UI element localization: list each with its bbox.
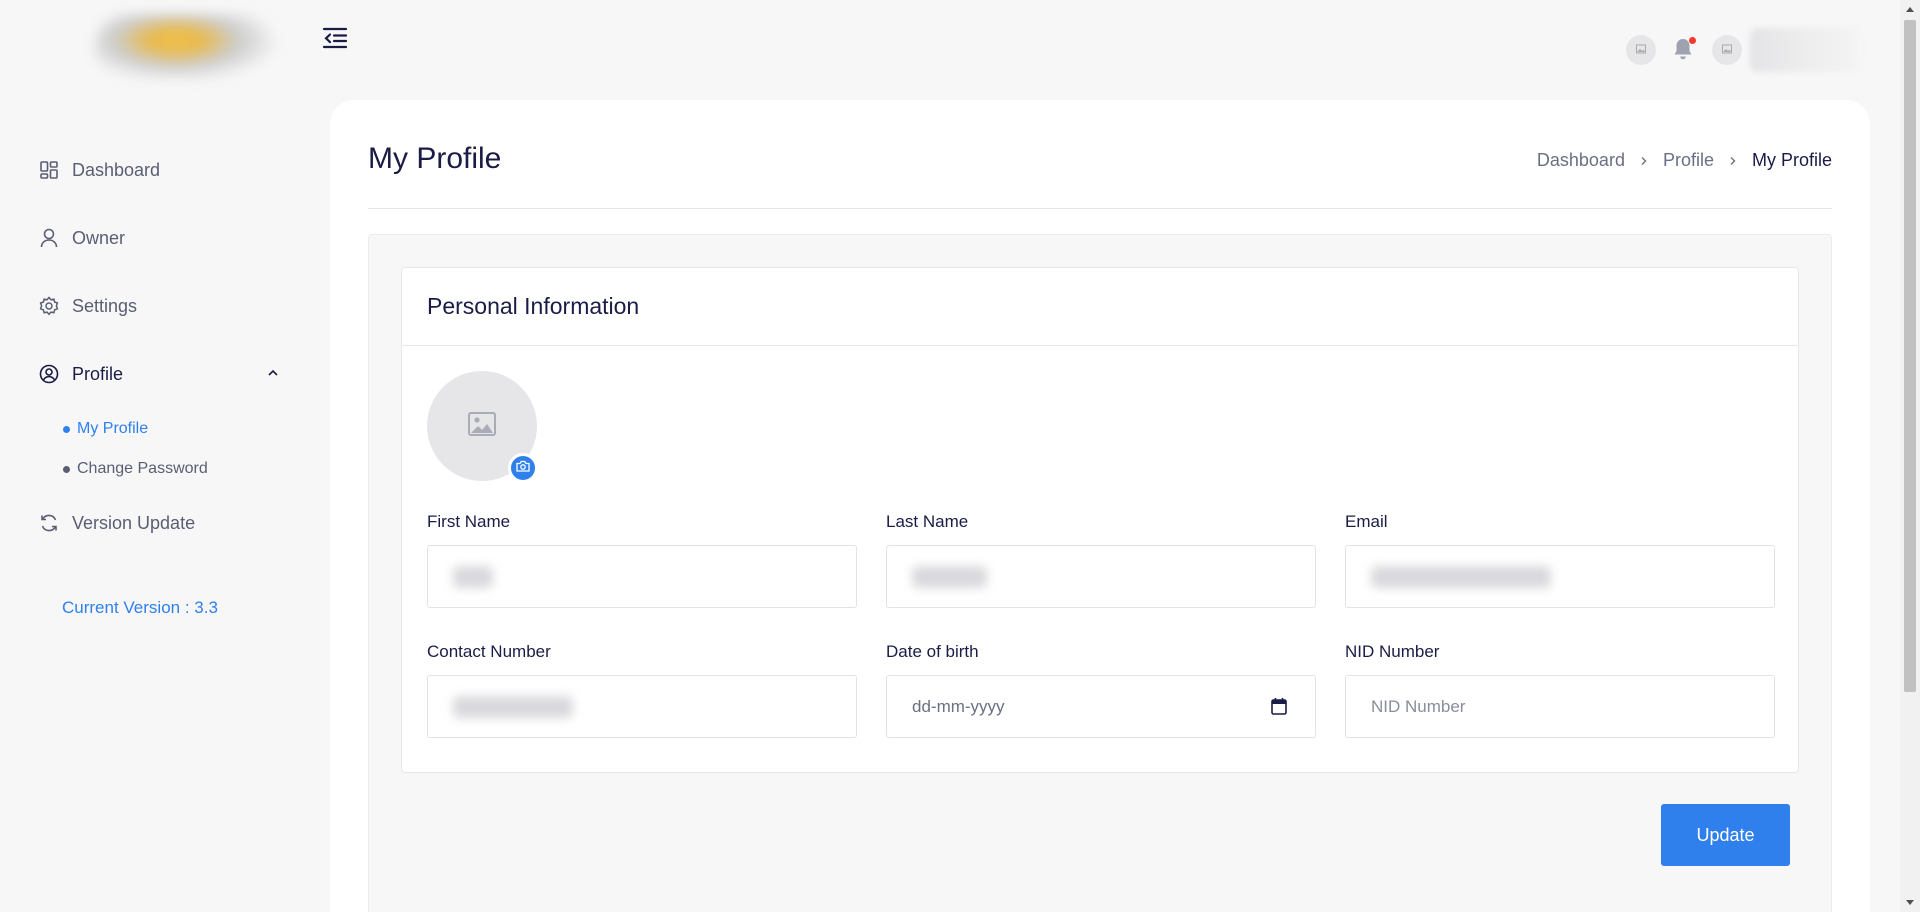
- page-title: My Profile: [368, 142, 502, 175]
- redacted-value: [453, 695, 573, 718]
- personal-info-card: Personal Information First Name Last Nam…: [401, 267, 1799, 773]
- profile-panel: Personal Information First Name Last Nam…: [368, 234, 1832, 912]
- sidebar-item-label: Settings: [72, 295, 138, 316]
- dashboard-icon: [38, 159, 60, 181]
- redacted-value: [453, 565, 493, 588]
- header-actions: [1626, 28, 1860, 72]
- date-of-birth-input[interactable]: dd-mm-yyyy: [886, 675, 1316, 738]
- main-content: My Profile Dashboard Profile My Profile …: [330, 100, 1870, 912]
- nid-number-input[interactable]: [1371, 676, 1749, 737]
- sidebar: Dashboard Owner Settings Profile My Prof…: [0, 0, 325, 912]
- breadcrumb-link-dashboard[interactable]: Dashboard: [1537, 150, 1625, 171]
- camera-icon: [516, 459, 530, 477]
- sidebar-item-settings[interactable]: Settings: [38, 291, 278, 321]
- sidebar-item-version-update[interactable]: Version Update: [38, 508, 278, 538]
- user-circle-icon: [38, 363, 60, 385]
- bullet-dot: [63, 465, 70, 473]
- email-label: Email: [1345, 512, 1388, 531]
- last-name-field: Last Name: [886, 512, 1316, 608]
- scroll-down-arrow-icon[interactable]: [1900, 894, 1920, 912]
- image-icon: [1636, 41, 1646, 59]
- refresh-icon: [38, 512, 60, 534]
- notification-badge: [1689, 37, 1696, 44]
- sidebar-subitem-change-password[interactable]: Change Password: [63, 458, 208, 480]
- contact-number-input[interactable]: [427, 675, 857, 738]
- notification-bell-icon[interactable]: [1672, 37, 1696, 63]
- sidebar-item-label: Version Update: [72, 512, 196, 533]
- image-placeholder-icon: [468, 411, 496, 441]
- first-name-label: First Name: [427, 512, 511, 531]
- redacted-value: [1371, 565, 1551, 588]
- redacted-value: [912, 565, 987, 588]
- language-button[interactable]: [1626, 35, 1656, 65]
- card-header: Personal Information: [402, 268, 1798, 346]
- sidebar-item-owner[interactable]: Owner: [38, 223, 278, 253]
- user-name-redacted[interactable]: [1750, 28, 1860, 72]
- image-icon: [1722, 41, 1732, 59]
- brand-logo[interactable]: [95, 14, 275, 80]
- date-placeholder: dd-mm-yyyy: [912, 696, 1005, 716]
- scroll-up-arrow-icon[interactable]: [1900, 0, 1920, 18]
- breadcrumb-link-profile[interactable]: Profile: [1663, 150, 1714, 171]
- update-button[interactable]: Update: [1661, 804, 1790, 866]
- menu-toggle-icon[interactable]: [322, 26, 348, 50]
- change-photo-button[interactable]: [508, 453, 538, 483]
- sidebar-item-label: Dashboard: [72, 159, 161, 180]
- last-name-label: Last Name: [886, 512, 969, 531]
- sidebar-item-dashboard[interactable]: Dashboard: [38, 155, 278, 185]
- user-icon: [38, 227, 60, 249]
- nid-number-input-wrapper: [1345, 675, 1775, 738]
- contact-number-label: Contact Number: [427, 642, 551, 661]
- section-title: Personal Information: [427, 293, 640, 319]
- nid-number-field: NID Number: [1345, 642, 1775, 738]
- user-avatar[interactable]: [1712, 35, 1742, 65]
- email-input[interactable]: [1345, 545, 1775, 608]
- sidebar-item-label: Profile: [72, 363, 124, 384]
- divider: [368, 208, 1832, 209]
- first-name-input[interactable]: [427, 545, 857, 608]
- first-name-field: First Name: [427, 512, 857, 608]
- date-of-birth-label: Date of birth: [886, 642, 979, 661]
- breadcrumb: Dashboard Profile My Profile: [1537, 150, 1832, 171]
- gear-icon: [38, 295, 60, 317]
- scrollbar-thumb[interactable]: [1904, 20, 1916, 692]
- profile-photo: [427, 371, 538, 483]
- last-name-input[interactable]: [886, 545, 1316, 608]
- contact-number-field: Contact Number: [427, 642, 857, 738]
- chevron-up-icon: [266, 364, 280, 385]
- sidebar-subitem-label: Change Password: [77, 460, 208, 477]
- calendar-icon[interactable]: [1271, 697, 1287, 720]
- nid-number-label: NID Number: [1345, 642, 1440, 661]
- sidebar-item-profile[interactable]: Profile: [38, 359, 278, 389]
- current-version-text: Current Version : 3.3: [62, 598, 218, 617]
- email-field: Email: [1345, 512, 1775, 608]
- chevron-right-icon: [1728, 153, 1738, 169]
- breadcrumb-current: My Profile: [1751, 150, 1832, 170]
- date-of-birth-field: Date of birth dd-mm-yyyy: [886, 642, 1316, 738]
- page-scrollbar[interactable]: [1900, 0, 1920, 912]
- chevron-right-icon: [1639, 153, 1649, 169]
- bullet-dot: [63, 425, 70, 433]
- sidebar-item-label: Owner: [72, 227, 126, 248]
- sidebar-subitem-my-profile[interactable]: My Profile: [63, 418, 148, 440]
- sidebar-subitem-label: My Profile: [77, 420, 149, 437]
